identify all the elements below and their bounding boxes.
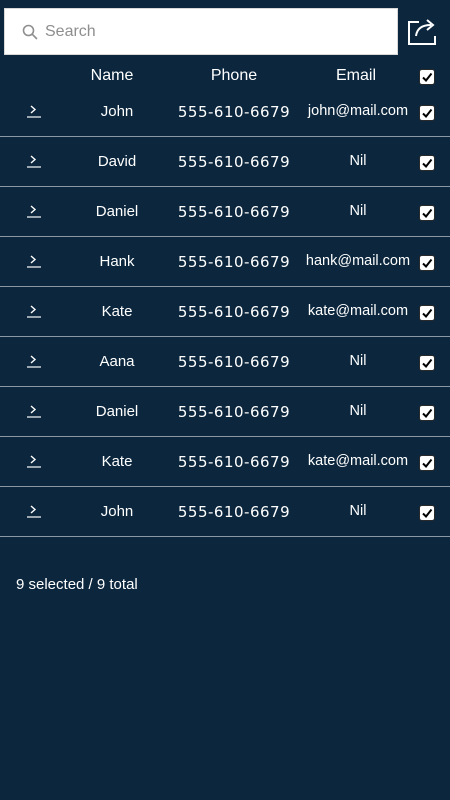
share-icon[interactable]: [405, 14, 441, 48]
row-checkbox[interactable]: [419, 455, 435, 471]
table-row[interactable]: John 555-610-6679 Nil: [0, 487, 450, 537]
cell-email: john@mail.com: [307, 103, 409, 119]
cell-phone: 555-610-6679: [177, 503, 291, 521]
cell-email: Nil: [349, 203, 367, 219]
cell-email: Nil: [349, 403, 367, 419]
checkmark-icon: [422, 458, 433, 469]
table-row[interactable]: Aana 555-610-6679 Nil: [0, 337, 450, 387]
checkmark-icon: [422, 508, 433, 519]
contacts-table: John 555-610-6679 john@mail.com David 555-61…: [0, 87, 450, 537]
cell-name: Kate: [101, 453, 133, 470]
row-checkbox[interactable]: [419, 405, 435, 421]
column-header-email[interactable]: Email: [316, 67, 396, 85]
cell-name: Aana: [99, 353, 135, 370]
top-bar: [0, 0, 450, 62]
search-input[interactable]: [45, 17, 385, 47]
cell-phone: 555-610-6679: [177, 253, 291, 271]
checkmark-icon: [422, 72, 433, 83]
checkmark-icon: [422, 108, 433, 119]
search-box[interactable]: [4, 8, 398, 55]
chevron-right-icon[interactable]: [26, 503, 42, 519]
table-row[interactable]: Daniel 555-610-6679 Nil: [0, 187, 450, 237]
table-row[interactable]: Hank 555-610-6679 hank@mail.com: [0, 237, 450, 287]
row-checkbox[interactable]: [419, 105, 435, 121]
cell-phone: 555-610-6679: [177, 153, 291, 171]
chevron-right-icon[interactable]: [26, 203, 42, 219]
cell-phone: 555-610-6679: [177, 403, 291, 421]
cell-name: John: [100, 103, 134, 120]
cell-name: David: [97, 153, 137, 170]
cell-email: Nil: [349, 353, 367, 369]
table-header: Name Phone Email: [0, 62, 450, 90]
table-row[interactable]: Kate 555-610-6679 kate@mail.com: [0, 287, 450, 337]
cell-email: Nil: [349, 503, 367, 519]
row-checkbox[interactable]: [419, 505, 435, 521]
chevron-right-icon[interactable]: [26, 253, 42, 269]
chevron-right-icon[interactable]: [26, 453, 42, 469]
cell-email: kate@mail.com: [307, 303, 409, 319]
row-checkbox[interactable]: [419, 355, 435, 371]
checkmark-icon: [422, 408, 433, 419]
checkmark-icon: [422, 258, 433, 269]
search-icon: [22, 24, 38, 40]
cell-name: Kate: [101, 303, 133, 320]
cell-phone: 555-610-6679: [177, 453, 291, 471]
checkmark-icon: [422, 208, 433, 219]
checkmark-icon: [422, 158, 433, 169]
cell-phone: 555-610-6679: [177, 353, 291, 371]
selection-status: 9 selected / 9 total: [16, 576, 138, 593]
chevron-right-icon[interactable]: [26, 403, 42, 419]
row-checkbox[interactable]: [419, 255, 435, 271]
table-row[interactable]: John 555-610-6679 john@mail.com: [0, 87, 450, 137]
select-all-checkbox[interactable]: [419, 69, 435, 85]
cell-email: Nil: [349, 153, 367, 169]
chevron-right-icon[interactable]: [26, 153, 42, 169]
column-header-name[interactable]: Name: [72, 67, 152, 85]
checkmark-icon: [422, 358, 433, 369]
checkmark-icon: [422, 308, 433, 319]
cell-name: Hank: [99, 253, 135, 270]
chevron-right-icon[interactable]: [26, 303, 42, 319]
cell-email: kate@mail.com: [307, 453, 409, 469]
table-row[interactable]: Kate 555-610-6679 kate@mail.com: [0, 437, 450, 487]
column-header-phone[interactable]: Phone: [184, 67, 284, 85]
cell-phone: 555-610-6679: [177, 303, 291, 321]
chevron-right-icon[interactable]: [26, 103, 42, 119]
cell-name: Daniel: [95, 403, 139, 420]
table-row[interactable]: Daniel 555-610-6679 Nil: [0, 387, 450, 437]
row-checkbox[interactable]: [419, 205, 435, 221]
chevron-right-icon[interactable]: [26, 353, 42, 369]
cell-phone: 555-610-6679: [177, 203, 291, 221]
table-row[interactable]: David 555-610-6679 Nil: [0, 137, 450, 187]
cell-phone: 555-610-6679: [177, 103, 291, 121]
cell-name: John: [100, 503, 134, 520]
row-checkbox[interactable]: [419, 155, 435, 171]
cell-email: hank@mail.com: [305, 253, 411, 269]
cell-name: Daniel: [95, 203, 139, 220]
row-checkbox[interactable]: [419, 305, 435, 321]
